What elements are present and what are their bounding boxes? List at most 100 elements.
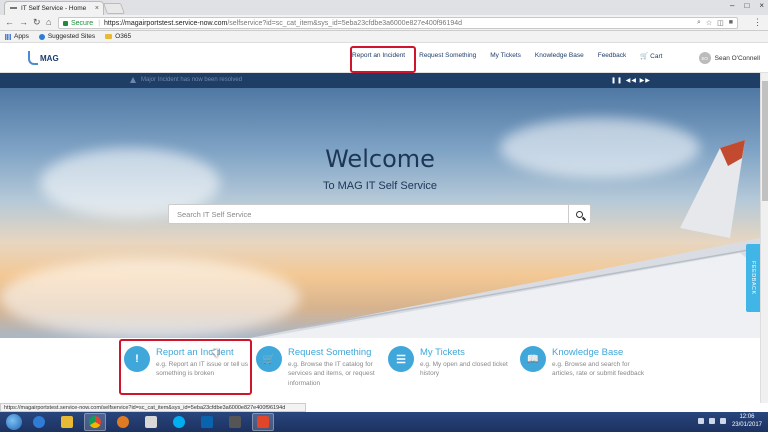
bookmark-label: Suggested Sites — [47, 33, 96, 40]
bookmark-label: O365 — [115, 33, 132, 40]
browser-tab[interactable]: IT Self Service - Home × — [4, 1, 104, 15]
url-host: https://magairportstest.service-now.com — [104, 19, 228, 27]
address-bar: ← → ↻ ⌂ Secure | https://magairportstest… — [0, 15, 768, 31]
maximize-icon[interactable]: □ — [744, 1, 749, 10]
bookmark-suggested-sites[interactable]: Suggested Sites — [38, 33, 96, 40]
close-window-icon[interactable]: × — [759, 1, 764, 10]
url-separator: | — [98, 19, 101, 27]
tab-close-icon[interactable]: × — [95, 5, 99, 12]
windows-taskbar: 12:06 23/01/2017 — [0, 412, 768, 432]
tab-title: IT Self Service - Home — [21, 5, 87, 12]
network-icon[interactable] — [709, 418, 715, 424]
lock-icon — [63, 20, 68, 26]
quick-link-knowledge-base[interactable]: 📖 Knowledge Base e.g. Browse and search … — [520, 346, 645, 379]
logo-text: MAG — [40, 53, 59, 63]
clock-time: 12:06 — [739, 414, 755, 420]
taskbar-notepad[interactable] — [140, 413, 162, 431]
status-bar: https://magairportstest.service-now.com/… — [0, 403, 306, 412]
clock[interactable]: 12:06 23/01/2017 — [732, 414, 762, 429]
taskbar-outlook[interactable] — [196, 413, 218, 431]
taskbar-app[interactable] — [224, 413, 246, 431]
tab-favicon-icon — [10, 6, 17, 11]
search-icon — [576, 210, 583, 218]
taskbar-skype[interactable] — [168, 413, 190, 431]
omnibox-icons: ⌕ ☆ ◫ ■ — [697, 19, 737, 27]
hero-title: Welcome — [325, 145, 435, 173]
recorder-icon — [257, 416, 269, 428]
chrome-icon — [89, 416, 101, 428]
quick-link-request-something[interactable]: 🛒 Request Something e.g. Browse the IT c… — [256, 346, 381, 388]
back-icon[interactable]: ← — [5, 17, 14, 27]
announcement-controls[interactable]: ❚❚ ◀◀ ▶▶ — [611, 77, 651, 84]
ie-icon — [38, 33, 45, 40]
search-button[interactable] — [568, 205, 590, 223]
quick-link-title: Request Something — [288, 347, 372, 358]
bookmark-o365[interactable]: O365 — [105, 33, 131, 40]
search-box — [168, 204, 591, 224]
nav-feedback[interactable]: Feedback — [598, 52, 627, 60]
hero-banner: Welcome To MAG IT Self Service FEEDBACK — [0, 88, 760, 338]
user-name: Sean O'Connell — [714, 54, 760, 62]
minimize-icon[interactable]: – — [730, 1, 734, 10]
window-controls: – □ × — [730, 1, 764, 10]
taskbar-ie[interactable] — [28, 413, 50, 431]
taskbar-media[interactable] — [112, 413, 134, 431]
quick-link-desc: e.g. My open and closed ticket history — [420, 361, 508, 378]
cast-icon[interactable]: ◫ — [717, 19, 724, 27]
volume-icon[interactable] — [720, 418, 726, 424]
forward-icon[interactable]: → — [19, 17, 28, 27]
url-path: /selfservice?id=sc_cat_item&sys_id=5eba2… — [227, 19, 463, 27]
browser-menu-icon[interactable]: ⋮ — [753, 17, 762, 28]
mag-logo-icon — [28, 51, 38, 65]
quick-link-desc: e.g. Browse the IT catalog for services … — [288, 361, 375, 387]
warning-icon — [130, 77, 136, 83]
announcement-bar: Major Incident has now been resolved ❚❚ … — [0, 73, 768, 88]
highlight-box-quick-link — [119, 339, 252, 395]
announcement: Major Incident has now been resolved — [130, 77, 242, 83]
highlight-box-nav — [350, 46, 416, 73]
zoom-icon[interactable]: ⌕ — [697, 19, 701, 27]
nav-cart[interactable]: 🛒 Cart — [640, 52, 662, 60]
quick-link-title: My Tickets — [420, 347, 465, 358]
bookmark-star-icon[interactable]: ☆ — [706, 19, 712, 27]
nav-knowledge-base[interactable]: Knowledge Base — [535, 52, 584, 60]
user-menu[interactable]: SO Sean O'Connell — [698, 52, 760, 64]
start-button-icon[interactable] — [6, 414, 22, 430]
browser-tab-strip: IT Self Service - Home × – □ × — [0, 0, 768, 15]
reload-icon[interactable]: ↻ — [33, 17, 41, 28]
mag-logo[interactable]: MAG — [28, 51, 59, 65]
bookmarks-bar: Apps Suggested Sites O365 — [0, 31, 768, 43]
taskbar-recorder[interactable] — [252, 413, 274, 431]
new-tab-button[interactable] — [102, 3, 126, 14]
url-input[interactable]: Secure | https://magairportstest.service… — [58, 17, 738, 29]
scrollbar-thumb[interactable] — [762, 81, 768, 201]
feedback-tab[interactable]: FEEDBACK — [746, 244, 760, 312]
home-icon[interactable]: ⌂ — [46, 17, 51, 27]
quick-links: ! Report an Incident e.g. Report an IT i… — [0, 338, 760, 403]
document-icon — [145, 416, 157, 428]
avatar: SO — [698, 52, 711, 64]
taskbar-explorer[interactable] — [56, 413, 78, 431]
quick-link-desc: e.g. Browse and search for articles, rat… — [552, 361, 645, 378]
secure-label: Secure — [71, 19, 94, 27]
media-player-icon — [117, 416, 129, 428]
quick-link-title: Knowledge Base — [552, 347, 624, 358]
book-icon: 📖 — [520, 346, 546, 372]
hero-subtitle: To MAG IT Self Service — [322, 180, 438, 192]
ie-icon — [33, 416, 45, 428]
cart-icon: 🛒 — [640, 53, 649, 60]
page-scrollbar[interactable] — [760, 73, 768, 403]
flag-icon[interactable] — [698, 418, 704, 424]
announcement-text: Major Incident has now been resolved — [141, 77, 243, 83]
bookmark-apps[interactable]: Apps — [5, 33, 29, 40]
search-input[interactable] — [169, 205, 568, 223]
quick-link-my-tickets[interactable]: ☰ My Tickets e.g. My open and closed tic… — [388, 346, 513, 379]
nav-request-something[interactable]: Request Something — [419, 52, 476, 60]
clock-date: 23/01/2017 — [731, 421, 762, 428]
apps-grid-icon — [5, 33, 11, 40]
extension-icon[interactable]: ■ — [729, 19, 733, 27]
taskbar-chrome[interactable] — [84, 413, 106, 431]
nav-my-tickets[interactable]: My Tickets — [490, 52, 521, 60]
app-icon — [229, 416, 241, 428]
bookmark-label: Apps — [14, 33, 29, 40]
